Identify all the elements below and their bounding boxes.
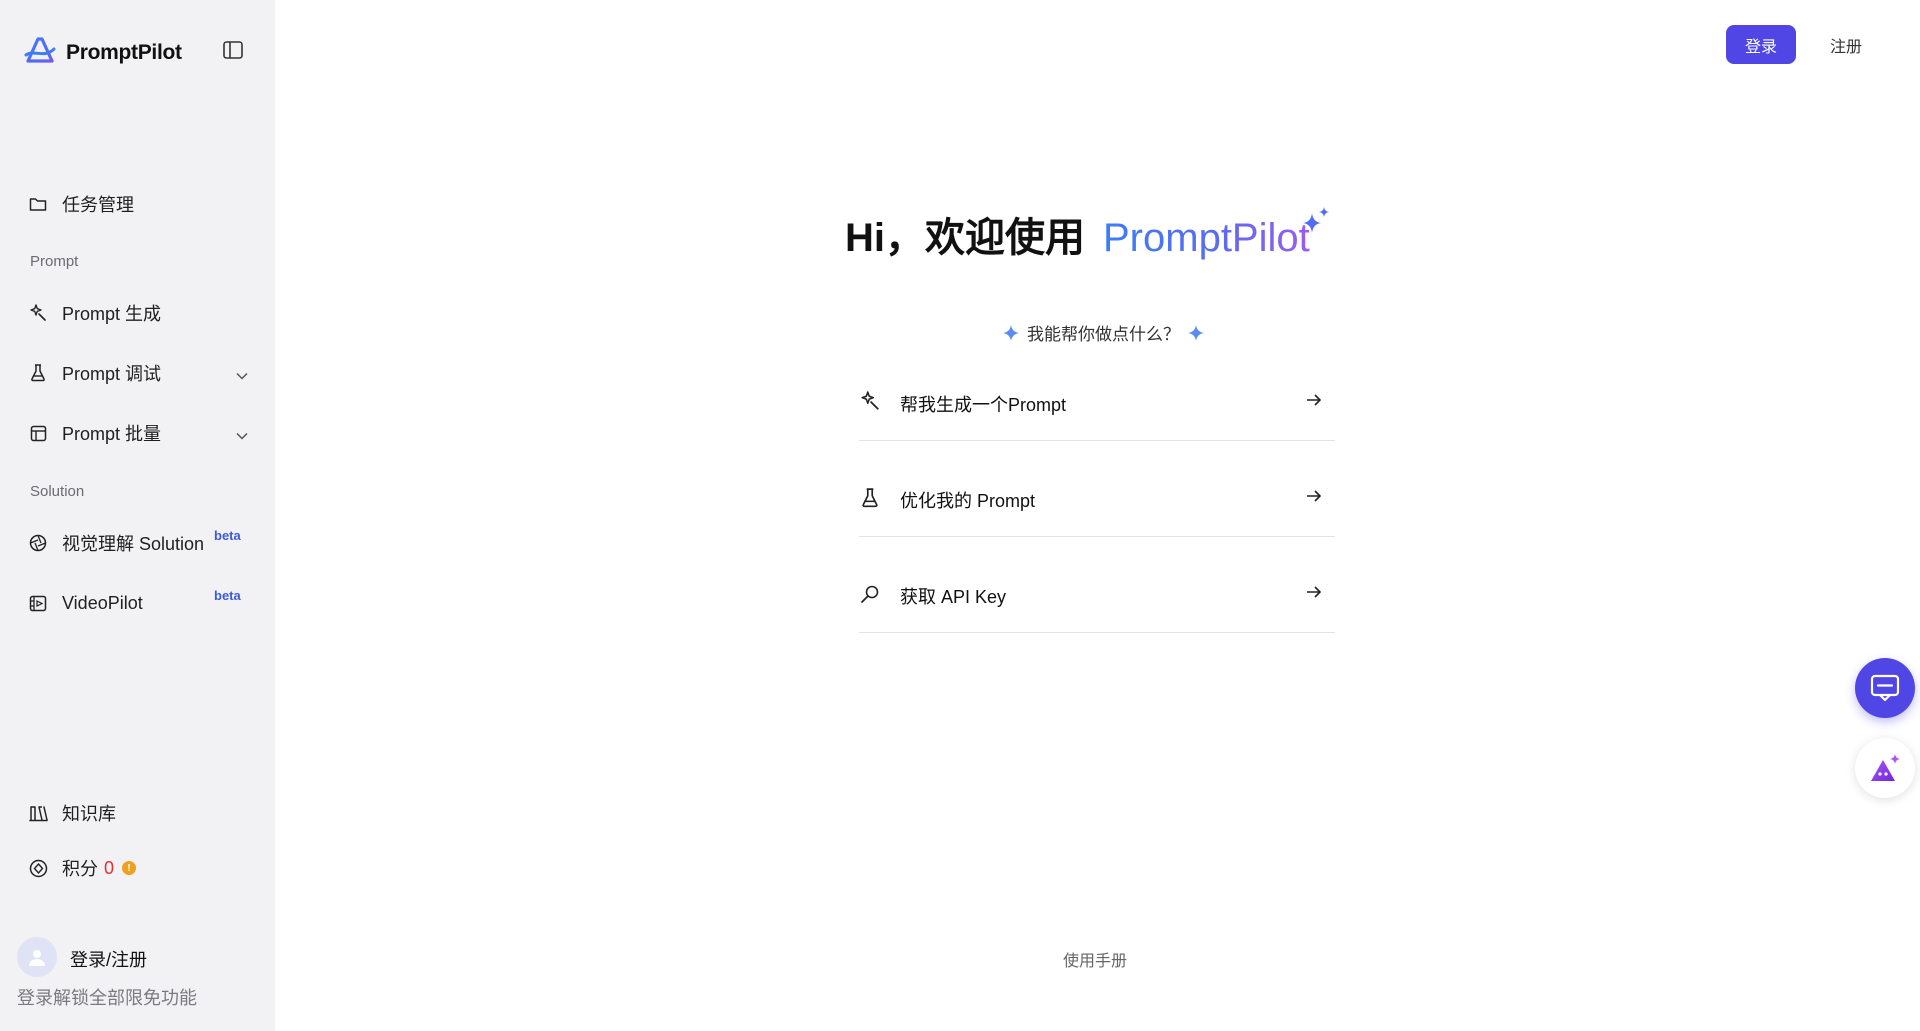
- sidebar-item-points[interactable]: 积分 0 !: [28, 853, 248, 883]
- aperture-icon: [28, 533, 48, 553]
- brand-name: PromptPilot: [66, 40, 182, 64]
- help-question-text: 我能帮你做点什么？: [1027, 325, 1180, 344]
- sidebar-item-label: 视觉理解 Solution: [62, 534, 205, 554]
- sidebar-item-vision-solution[interactable]: 视觉理解 Solution beta: [28, 528, 248, 558]
- login-hint-text: 登录解锁全部限免功能: [17, 988, 197, 1008]
- brand[interactable]: PromptPilot: [24, 35, 182, 70]
- flask-icon: [859, 487, 881, 509]
- sidebar-item-label: Prompt 调试: [62, 364, 162, 384]
- section-label-prompt: Prompt: [30, 253, 79, 270]
- feedback-chat-button[interactable]: [1855, 658, 1915, 718]
- arrow-right-icon: [1305, 584, 1325, 604]
- sidebar-item-label: Prompt 生成: [62, 304, 162, 324]
- action-label: 优化我的 Prompt: [900, 491, 1036, 511]
- action-label: 帮我生成一个Prompt: [900, 395, 1067, 415]
- avatar[interactable]: [17, 937, 57, 977]
- register-button[interactable]: 注册: [1822, 25, 1870, 64]
- user-icon: [29, 950, 45, 966]
- page-title: Hi，欢迎使用 PromptPilot: [845, 205, 1310, 263]
- magic-wand-icon: [859, 390, 881, 412]
- sidebar-item-label: 任务管理: [62, 195, 134, 215]
- warning-icon[interactable]: !: [122, 861, 137, 875]
- sidebar-item-videopilot[interactable]: VideoPilot beta: [28, 588, 248, 618]
- magic-wand-icon: [28, 303, 48, 323]
- sidebar-item-prompt-generate[interactable]: Prompt 生成: [28, 298, 248, 328]
- points-value: 0: [104, 857, 115, 878]
- section-label-solution: Solution: [30, 483, 85, 500]
- ai-assistant-icon: [1871, 754, 1900, 781]
- logo-icon: [24, 35, 56, 70]
- sparkle-icon: [1188, 324, 1204, 341]
- login-register-link[interactable]: 登录/注册: [70, 946, 147, 972]
- action-label: 获取 API Key: [900, 587, 1007, 607]
- sparkle-icon: [1300, 205, 1332, 242]
- beta-badge: beta: [214, 588, 241, 603]
- chevron-down-icon[interactable]: [236, 424, 248, 445]
- arrow-right-icon: [1305, 488, 1325, 508]
- sidebar-item-prompt-batch[interactable]: Prompt 批量: [28, 418, 248, 448]
- sidebar: PromptPilot 任务管理 Prompt Prompt 生成 Prompt…: [0, 0, 275, 1031]
- library-icon: [28, 803, 48, 823]
- sidebar-item-prompt-debug[interactable]: Prompt 调试: [28, 358, 248, 388]
- action-generate-prompt[interactable]: 帮我生成一个Prompt: [859, 345, 1335, 441]
- arrow-right-icon: [1305, 392, 1325, 412]
- sidebar-item-task-management[interactable]: 任务管理: [28, 189, 248, 219]
- key-search-icon: [859, 583, 881, 605]
- sidebar-item-label: VideoPilot: [62, 592, 143, 613]
- sidebar-collapse-icon: [223, 41, 243, 59]
- folder-icon: [28, 194, 48, 214]
- action-optimize-prompt[interactable]: 优化我的 Prompt: [859, 441, 1335, 537]
- greeting-brand: PromptPilot: [1103, 216, 1310, 260]
- greeting-text: Hi，欢迎使用: [845, 216, 1085, 260]
- flask-icon: [28, 363, 48, 383]
- action-get-api-key[interactable]: 获取 API Key: [859, 537, 1335, 633]
- sidebar-item-knowledge-base[interactable]: 知识库: [28, 798, 248, 828]
- sidebar-toggle-button[interactable]: [221, 39, 245, 61]
- sidebar-item-label: Prompt 批量: [62, 424, 162, 444]
- beta-badge: beta: [214, 528, 241, 543]
- login-button[interactable]: 登录: [1726, 25, 1796, 64]
- ai-assistant-button[interactable]: [1855, 738, 1915, 798]
- chat-icon: [1870, 674, 1900, 702]
- sparkle-icon: [1003, 324, 1019, 341]
- chevron-down-icon[interactable]: [236, 364, 248, 385]
- help-question: 我能帮你做点什么？: [1003, 320, 1204, 345]
- film-icon: [28, 593, 48, 613]
- table-icon: [28, 423, 48, 443]
- sidebar-item-label: 知识库: [62, 804, 116, 824]
- user-manual-link[interactable]: 使用手册: [1063, 947, 1127, 971]
- points-label: 积分: [62, 859, 98, 879]
- coin-icon: [28, 858, 48, 878]
